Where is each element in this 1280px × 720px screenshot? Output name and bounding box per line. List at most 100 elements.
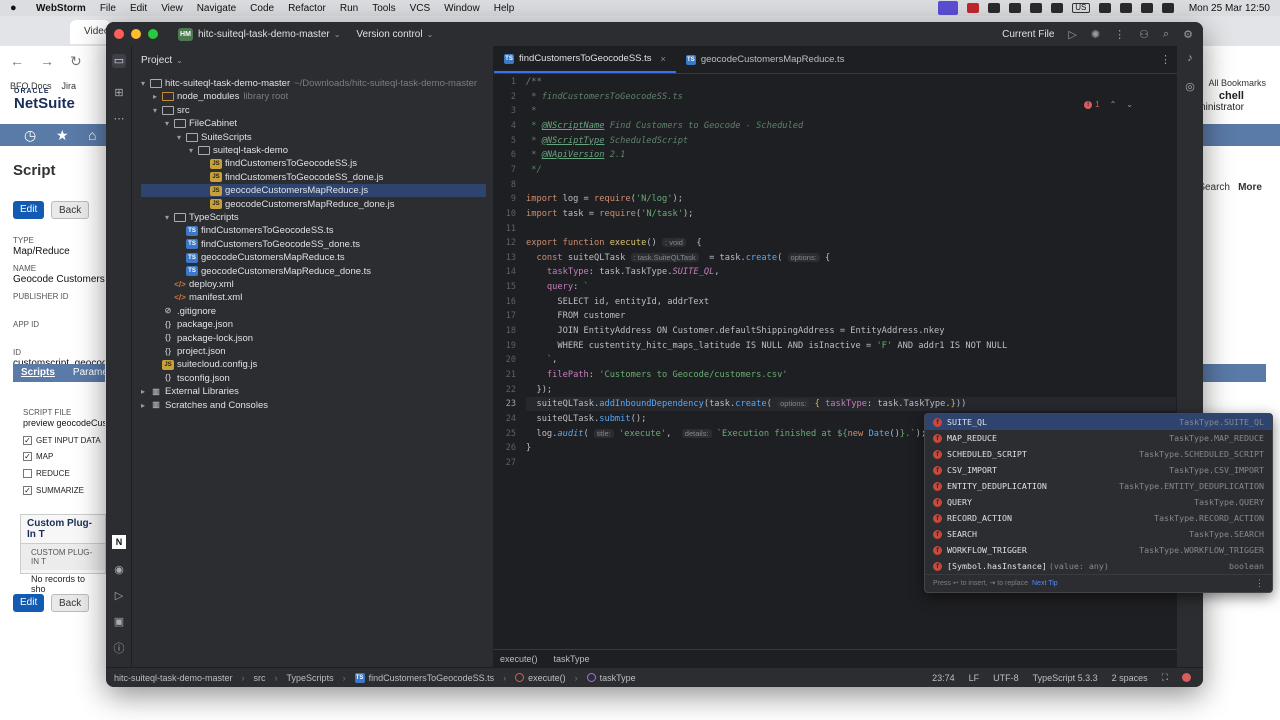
browser-tab[interactable]: Video [70,20,110,44]
checkbox[interactable]: ✓ [23,486,32,495]
ns-search-link[interactable]: Search [1198,182,1230,193]
tree-item[interactable]: ▸ node_modules library root [132,90,494,103]
tree-item[interactable]: {} tsconfig.json [132,372,494,385]
camera-icon[interactable] [1050,3,1063,13]
tree-item[interactable]: </> deploy.xml [132,278,494,291]
menubar-app-name[interactable]: WebStorm [36,3,86,14]
run-icon[interactable]: ▷ [1068,28,1076,41]
menubar-item-vcs[interactable]: VCS [410,3,431,14]
forward-arrow-icon[interactable]: → [40,53,54,69]
code-line[interactable]: FROM customer [526,309,625,323]
status-function-path[interactable]: execute() [515,673,566,683]
code-line[interactable]: }); [526,383,552,397]
menubar-item-window[interactable]: Window [444,3,480,14]
netsuite-plugin-icon[interactable]: N [112,535,126,549]
expand-arrow-icon[interactable]: ▾ [150,106,160,115]
tree-item[interactable]: ▾ src [132,104,494,117]
home-icon[interactable]: ⌂ [88,127,96,143]
back-button[interactable]: Back [51,201,90,219]
bluetooth-icon[interactable] [1098,3,1111,13]
code-line[interactable]: suiteQLTask.submit(); [526,412,646,426]
completion-item[interactable]: f [Symbol.hasInstance] (value: any) boolean [925,558,1272,574]
code-line[interactable]: * @NScriptType ScheduledScript [526,134,688,148]
completion-item[interactable]: f WORKFLOW_TRIGGER TaskType.WORKFLOW_TRIGG… [925,542,1272,558]
chevron-down-icon[interactable]: ⌄ [176,56,183,65]
expand-arrow-icon[interactable]: ▸ [138,401,148,410]
more-options-icon[interactable]: ⋮ [1255,578,1264,589]
tree-item[interactable]: JS geocodeCustomersMapReduce.js [141,184,486,198]
menubar-item-tools[interactable]: Tools [372,3,395,14]
code-line[interactable]: * @NApiVersion 2.1 [526,148,625,162]
tree-item[interactable]: {} package.json [132,318,494,331]
code-line[interactable]: * @NScriptName Find Customers to Geocode… [526,119,803,133]
close-tab-icon[interactable]: × [661,54,666,64]
all-bookmarks[interactable]: All Bookmarks [1208,78,1266,88]
code-line[interactable]: } [526,441,531,455]
menubar-item-help[interactable]: Help [494,3,515,14]
tree-item[interactable]: ▾ TypeScripts [132,211,494,224]
tree-item[interactable]: TS findCustomersToGeocodeSS.ts [132,224,494,237]
tree-item[interactable]: TS geocodeCustomersMapReduce.ts [132,251,494,264]
field-value-script-file[interactable]: preview geocodeCus [23,418,105,428]
edit-button-bottom[interactable]: Edit [13,594,45,612]
code-line[interactable]: /** [526,75,542,89]
checkbox[interactable] [23,469,32,478]
input-source-indicator[interactable]: US [1071,3,1090,13]
status-file-path[interactable]: TS findCustomersToGeocodeSS.ts [354,672,494,683]
maximize-window-icon[interactable] [148,29,158,39]
code-line[interactable]: * [526,104,536,118]
code-line[interactable]: log.audit( title: 'execute', details: `E… [526,427,926,441]
code-line[interactable]: SELECT id, entityId, addrText [526,295,709,309]
favorites-star-icon[interactable]: ★ [56,127,69,144]
status-src-path[interactable]: src [254,673,266,683]
checkbox[interactable]: ✓ [23,436,32,445]
completion-item[interactable]: f CSV_IMPORT TaskType.CSV_IMPORT [925,462,1272,478]
previous-error-icon[interactable]: ⌃ [1110,100,1117,109]
back-arrow-icon[interactable]: ← [10,53,24,69]
tree-item[interactable]: </> manifest.xml [132,291,494,304]
tree-item[interactable]: TS findCustomersToGeocodeSS_done.ts [132,238,494,251]
code-line[interactable]: `, [526,353,557,367]
next-tip-link[interactable]: Next Tip [1032,580,1058,587]
code-line[interactable]: import task = require('N/task'); [526,207,693,221]
status-project-path[interactable]: hitc-suiteql-task-demo-master [114,673,233,683]
code-line[interactable]: * findCustomersToGeocodeSS.ts [526,90,683,104]
chevron-down-icon[interactable]: ⌄ [334,30,341,39]
inspection-widget[interactable]: ! 1 ⌃ ⌄ [1084,100,1133,109]
plugin-header[interactable]: Custom Plug-In T [21,515,105,544]
tree-item[interactable]: ▸ ▥ External Libraries [132,385,494,398]
add-user-icon[interactable]: ⚇ [1139,28,1149,41]
more-tools-icon[interactable]: ⋯ [112,112,126,126]
control-center-icon[interactable] [1161,3,1174,13]
search-everywhere-icon[interactable]: ⌕ [1163,28,1169,41]
menubar-item-code[interactable]: Code [250,3,274,14]
menubar-item-edit[interactable]: Edit [130,3,147,14]
code-line[interactable]: export function execute() : void { [526,236,702,250]
caret-position[interactable]: 23:74 [932,673,955,683]
code-line[interactable]: filePath: 'Customers to Geocode/customer… [526,368,788,382]
tree-item[interactable]: {} project.json [132,345,494,358]
code-line[interactable]: suiteQLTask.addInboundDependency(task.cr… [526,397,1176,412]
code-line[interactable]: import log = require('N/log'); [526,192,683,206]
reload-icon[interactable]: ↻ [70,53,82,70]
tree-item[interactable]: ▾ FileCabinet [132,117,494,130]
dropbox-icon[interactable] [1029,3,1042,13]
code-line[interactable]: const suiteQLTask : task.SuiteQLTask = t… [526,251,830,265]
tree-item[interactable]: JS geocodeCustomersMapReduce_done.js [132,198,494,211]
expand-arrow-icon[interactable]: ▾ [162,213,172,222]
sync-icon[interactable] [1008,3,1021,13]
close-window-icon[interactable] [114,29,124,39]
tree-item[interactable]: ▾ hitc-suiteql-task-demo-master ~/Download… [132,77,494,90]
breadcrumb-property[interactable]: taskType [554,654,590,664]
more-actions-icon[interactable]: ⋮ [1114,28,1125,41]
code-line[interactable]: query: ` [526,280,589,294]
completion-item[interactable]: f SEARCH TaskType.SEARCH [925,526,1272,542]
code-line[interactable]: */ [526,163,541,177]
tree-item[interactable]: ⊘ .gitignore [132,305,494,318]
problems-status-icon[interactable] [1182,673,1191,682]
expand-arrow-icon[interactable]: ▸ [150,92,160,101]
settings-gear-icon[interactable]: ⚙ [1183,28,1193,41]
tab-actions-icon[interactable]: ⋮ [1160,53,1171,66]
tree-item[interactable]: TS geocodeCustomersMapReduce_done.ts [132,265,494,278]
completion-item[interactable]: f QUERY TaskType.QUERY [925,494,1272,510]
